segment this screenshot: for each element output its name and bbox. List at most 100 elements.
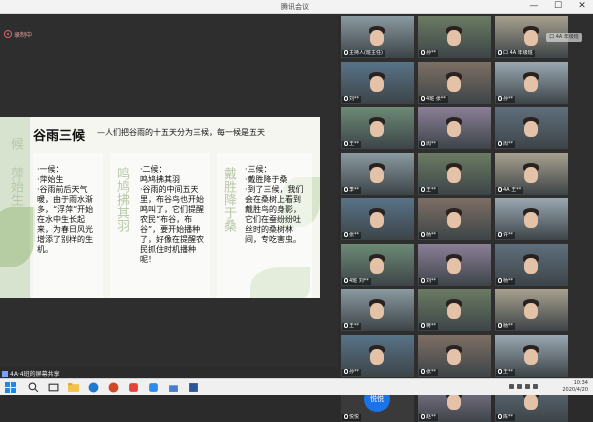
window-controls: — ☐ ✕ [529, 1, 587, 12]
participant-face [370, 166, 384, 183]
participant-face [524, 30, 538, 46]
participant-name-label: 孙** [349, 368, 360, 375]
edge-browser-icon[interactable] [88, 382, 99, 393]
gallery-search-overlay[interactable]: 口 4A 年级班 [546, 33, 582, 42]
participant-tile[interactable]: 刘** [341, 61, 414, 104]
participant-tile[interactable]: 蒋** [418, 289, 491, 331]
app-icon[interactable] [128, 382, 139, 393]
windows-taskbar: 10:34 2020/4/20 [0, 378, 593, 395]
participant-tile[interactable]: 孙** [418, 16, 491, 58]
windows-start-icon[interactable] [5, 382, 16, 393]
participant-tile[interactable]: 4班 张** [418, 61, 491, 104]
participant-name: 刘** [419, 277, 439, 285]
microphone-icon [498, 414, 502, 419]
participant-tile[interactable]: 张** [341, 198, 414, 240]
col1-heading: ·一候： [37, 165, 64, 174]
col3-heading: ·三候： [245, 165, 272, 174]
participant-name-label: 周** [426, 141, 437, 147]
participant-name: 蒋** [419, 323, 439, 330]
participant-face [447, 121, 461, 137]
participant-face [524, 166, 538, 183]
slide-title: 谷雨三候 [33, 129, 86, 144]
maximize-button[interactable]: ☐ [553, 1, 563, 12]
participant-tile[interactable]: 王** [341, 107, 414, 149]
participant-name: 许** [496, 232, 516, 239]
participant-face [370, 212, 384, 228]
tencent-meeting-icon[interactable] [148, 382, 159, 393]
store-icon[interactable] [168, 382, 179, 393]
search-icon[interactable] [28, 382, 39, 393]
microphone-icon [344, 186, 348, 192]
microphone-icon [498, 186, 502, 192]
participant-name-label: 悦悦 [349, 414, 360, 420]
microphone-icon [421, 368, 425, 374]
close-button[interactable]: ✕ [577, 1, 587, 12]
participant-tile[interactable]: 杨** [495, 243, 568, 286]
participant-name-label: 蒋** [426, 323, 437, 329]
participant-tile[interactable]: 孙** [341, 334, 414, 377]
participant-name-label: 4班 刘** [349, 277, 369, 284]
microphone-icon [344, 141, 348, 146]
window-title: 腾讯会议 [281, 3, 309, 11]
share-tag[interactable]: 4A·4班的屏幕共享 [2, 369, 60, 378]
participant-tile[interactable]: 杨** [495, 289, 568, 331]
participant-name: 赵** [419, 414, 439, 421]
slide-vertical-left: 候 [8, 137, 23, 150]
participant-tile[interactable]: 李** [341, 152, 414, 195]
recording-indicator[interactable]: 录制中 [4, 27, 44, 41]
participant-face [447, 394, 461, 410]
participant-name-label: 王** [349, 323, 360, 329]
participant-face [524, 212, 538, 228]
participant-tile[interactable]: 孙** [495, 61, 568, 104]
word-icon[interactable] [188, 382, 199, 393]
participant-name-label: 陈** [503, 414, 514, 420]
participant-name: 杨** [419, 232, 439, 239]
clock[interactable]: 10:34 2020/4/20 [562, 380, 588, 394]
participant-name: 孙** [419, 50, 439, 57]
participant-tile[interactable]: 许** [495, 198, 568, 240]
participant-tile[interactable]: 4班 刘** [341, 243, 414, 286]
participant-tile[interactable]: 杨** [418, 198, 491, 240]
participant-tile[interactable]: 王** [418, 152, 491, 195]
participant-name: 4班 刘** [342, 277, 371, 285]
microphone-icon [344, 414, 348, 419]
participant-face [524, 75, 538, 92]
participant-tile[interactable]: 张** [418, 334, 491, 377]
participant-face [370, 257, 384, 274]
participant-tile[interactable]: 主持人(班主任) [341, 16, 414, 58]
microphone-icon [421, 95, 425, 101]
microphone-icon [498, 323, 502, 328]
participant-tile[interactable]: 4A 王** [495, 152, 568, 195]
participant-tile[interactable]: 周** [418, 107, 491, 149]
system-tray-icons[interactable] [509, 384, 538, 389]
col1-name: ·萍始生 [37, 175, 64, 184]
minimize-button[interactable]: — [529, 1, 539, 12]
clock-date: 2020/4/20 [562, 387, 588, 393]
microphone-icon [421, 186, 425, 192]
participant-name: 杨** [496, 323, 516, 330]
participant-face [370, 75, 384, 92]
file-explorer-icon[interactable] [68, 382, 79, 393]
participant-name-label: 赵** [426, 414, 437, 420]
slide-subtitle: —人们把谷雨的十五天分为三候，每一候是五天 [97, 128, 265, 137]
task-view-icon[interactable] [48, 382, 59, 393]
participant-face [524, 348, 538, 365]
participant-name: 孙** [342, 368, 362, 376]
participant-name: 李** [342, 186, 362, 194]
participant-tile[interactable]: 周** [495, 107, 568, 149]
participant-name-label: 王** [426, 186, 437, 193]
participant-name: 王** [342, 323, 362, 330]
powerpoint-icon[interactable] [108, 382, 119, 393]
participant-face [447, 212, 461, 228]
participant-name: 主持人(班主任) [342, 50, 385, 57]
participant-face [447, 348, 461, 365]
participant-gallery: 主持人(班主任) 孙** 口 4A 年级班刘** 4班 张** 孙** 王** 周** 周**… [340, 14, 593, 422]
microphone-icon [421, 414, 425, 419]
participant-tile[interactable]: 王** [341, 289, 414, 331]
participant-tile[interactable]: 王** [495, 334, 568, 377]
participant-name-label: 杨** [503, 323, 514, 329]
participant-tile[interactable]: 刘** [418, 243, 491, 286]
presentation-slide: 候 萍始生 鸣鸠拂其羽 戴胜降于桑 谷雨三候 —人们把谷雨的十五天分为三候，每一… [0, 117, 320, 298]
participant-name: 4A 王** [496, 186, 524, 194]
participant-name: 4班 张** [419, 95, 448, 103]
